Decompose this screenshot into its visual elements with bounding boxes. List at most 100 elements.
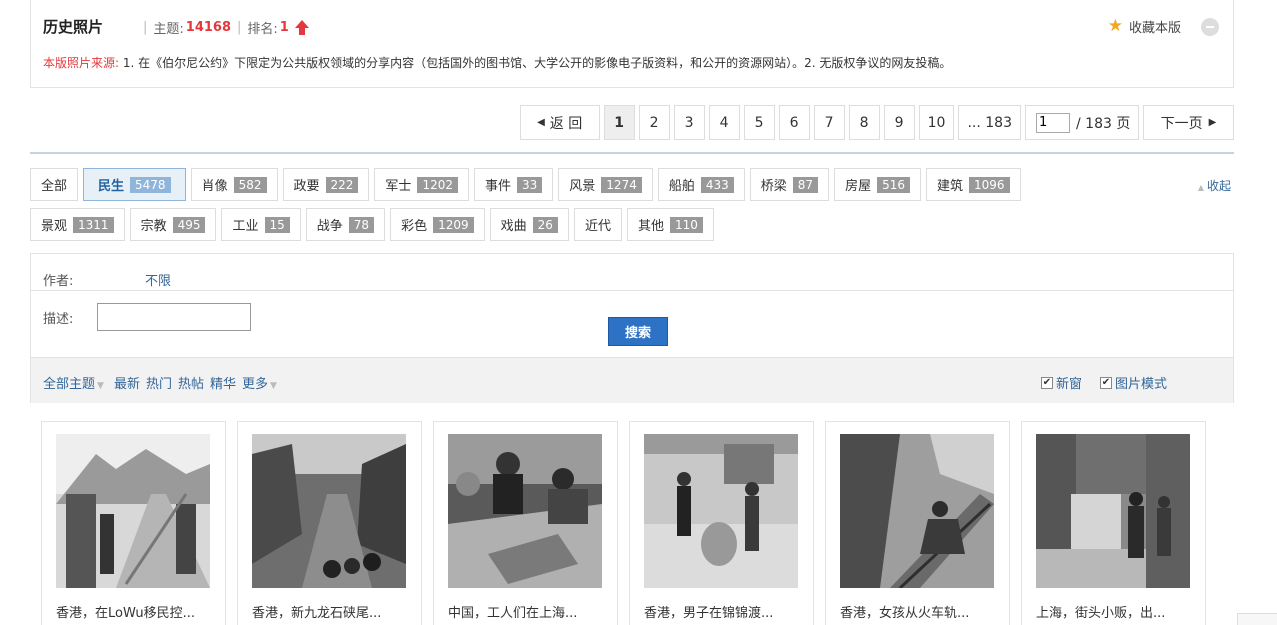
photo-thumbnail[interactable] bbox=[448, 434, 602, 588]
chevron-down-icon: ▼ bbox=[97, 381, 104, 391]
author-filter-link[interactable]: 不限 bbox=[145, 270, 171, 289]
collapse-types-link[interactable]: ▲ 收起 bbox=[1198, 177, 1231, 194]
type-tag[interactable]: 戏曲 26 bbox=[489, 208, 569, 241]
type-tag[interactable]: 近代 bbox=[573, 208, 622, 241]
type-tag-count: 110 bbox=[669, 216, 703, 233]
page-link[interactable]: 10 bbox=[918, 105, 955, 140]
collapse-header-icon[interactable] bbox=[1201, 18, 1219, 36]
page-link[interactable]: 4 bbox=[708, 105, 740, 140]
type-tag[interactable]: 桥梁 87 bbox=[749, 168, 830, 201]
photo-thumbnail[interactable] bbox=[56, 434, 210, 588]
page-jump-input[interactable] bbox=[1036, 112, 1070, 133]
type-tag-count: 1209 bbox=[433, 216, 474, 233]
photo-caption[interactable]: 香港，女孩从火车轨... bbox=[840, 602, 969, 621]
type-tag[interactable]: 事件 33 bbox=[473, 168, 554, 201]
page-link[interactable]: 8 bbox=[848, 105, 880, 140]
photo-image bbox=[644, 434, 798, 588]
type-tag[interactable]: 彩色 1209 bbox=[390, 208, 485, 241]
source-text: 1. 在《伯尔尼公约》下限定为公共版权领域的分享内容（包括国外的图书馆、大学公开… bbox=[122, 56, 952, 70]
photo-caption[interactable]: 香港，新九龙石硖尾... bbox=[252, 602, 381, 621]
more-label: 更多 bbox=[242, 377, 269, 392]
type-tag-label: 房屋 bbox=[845, 179, 872, 194]
caret-right-icon: ▶ bbox=[1208, 117, 1217, 128]
type-tag[interactable]: 船舶 433 bbox=[657, 168, 745, 201]
type-tag-count: 582 bbox=[233, 176, 267, 193]
page-link[interactable]: 7 bbox=[813, 105, 845, 140]
photo-caption[interactable]: 香港，男子在锦锦渡... bbox=[644, 602, 773, 621]
type-tag[interactable]: 其他 110 bbox=[626, 208, 714, 241]
more-dropdown[interactable]: 更多 ▼ bbox=[242, 373, 277, 392]
type-tag[interactable]: 军士 1202 bbox=[374, 168, 469, 201]
photo-thumbnail[interactable] bbox=[840, 434, 994, 588]
all-topics-dropdown[interactable]: 全部主题 ▼ bbox=[43, 373, 104, 392]
search-button[interactable]: 搜索 bbox=[608, 317, 668, 346]
page-link[interactable]: 6 bbox=[778, 105, 810, 140]
page-link[interactable]: 5 bbox=[743, 105, 775, 140]
next-label: 下一页 bbox=[1160, 115, 1203, 132]
type-row: 景观 1311 宗教 495 工业 15 战争 78 彩色 1209 戏曲 26 近代 其他 110 bbox=[30, 208, 1234, 242]
type-tag[interactable]: 肖像 582 bbox=[190, 168, 278, 201]
all-topics-label: 全部主题 bbox=[43, 377, 96, 392]
type-filter: 全部 民生 5478 肖像 582 政要 222 军士 1202 事件 33 风景 1274 船舶 433 桥… bbox=[30, 168, 1234, 248]
type-tag-count: 26 bbox=[532, 216, 558, 233]
type-tag-label: 近代 bbox=[584, 219, 611, 234]
photo-card[interactable]: 香港，在LoWu移民控... bbox=[41, 421, 226, 625]
checkmark-icon: ✔ bbox=[1040, 376, 1053, 389]
forum-title[interactable]: 历史照片 bbox=[43, 16, 103, 37]
type-tag[interactable]: 工业 15 bbox=[221, 208, 301, 241]
photo-card[interactable]: 香港，新九龙石硖尾... bbox=[237, 421, 422, 625]
type-tag-label: 政要 bbox=[293, 179, 320, 194]
description-input[interactable] bbox=[97, 303, 251, 331]
photo-card[interactable]: 香港，女孩从火车轨... bbox=[825, 421, 1010, 625]
type-tag-label: 工业 bbox=[232, 219, 259, 234]
type-tag-count: 1311 bbox=[73, 216, 114, 233]
photo-caption[interactable]: 香港，在LoWu移民控... bbox=[56, 602, 195, 621]
picture-mode-checkbox[interactable]: ✔ 图片模式 bbox=[1099, 373, 1167, 392]
type-tag[interactable]: 宗教 495 bbox=[129, 208, 217, 241]
thread-filters: 全部主题 ▼ 最新 热门 热帖 精华 更多 ▼ bbox=[43, 373, 277, 392]
type-tag-label: 战争 bbox=[316, 219, 343, 234]
search-panel: 作者: 不限 描述: 搜索 全部主题 ▼ 最新 热门 热帖 精华 更多 ▼ ✔ 新窗 … bbox=[30, 253, 1234, 403]
source-notice: 本版照片来源: 1. 在《伯尔尼公约》下限定为公共版权领域的分享内容（包括国外的… bbox=[43, 54, 951, 71]
next-page-button[interactable]: 下一页 ▶ bbox=[1143, 105, 1234, 140]
type-tag-count: 1096 bbox=[969, 176, 1010, 193]
source-label: 本版照片来源: bbox=[43, 56, 120, 70]
type-tag[interactable]: 全部 bbox=[30, 168, 79, 201]
checkmark-icon: ✔ bbox=[1099, 376, 1112, 389]
pagination: ◀ 返 回 1 2 3 4 5 6 7 8 9 10 ... 183 / 183… bbox=[519, 105, 1234, 140]
type-tag[interactable]: 景观 1311 bbox=[30, 208, 125, 241]
last-page-link[interactable]: ... 183 bbox=[958, 105, 1021, 140]
back-button[interactable]: ◀ 返 回 bbox=[519, 105, 600, 140]
hot-link[interactable]: 热门 bbox=[146, 373, 172, 392]
page-link[interactable]: 9 bbox=[883, 105, 915, 140]
topics-count: 14168 bbox=[185, 20, 232, 35]
hot-posts-link[interactable]: 热帖 bbox=[178, 373, 204, 392]
page-link[interactable]: 3 bbox=[673, 105, 705, 140]
photo-thumbnail[interactable] bbox=[252, 434, 406, 588]
type-tag[interactable]: 建筑 1096 bbox=[925, 168, 1021, 201]
type-tag[interactable]: 战争 78 bbox=[305, 208, 386, 241]
collapse-label: 收起 bbox=[1206, 179, 1231, 193]
new-window-checkbox[interactable]: ✔ 新窗 bbox=[1040, 373, 1082, 392]
latest-link[interactable]: 最新 bbox=[114, 373, 140, 392]
digest-link[interactable]: 精华 bbox=[210, 373, 236, 392]
photo-caption[interactable]: 中国，工人们在上海... bbox=[448, 602, 577, 621]
photo-thumbnail[interactable] bbox=[1036, 434, 1190, 588]
type-tag[interactable]: 政要 222 bbox=[282, 168, 370, 201]
photo-card[interactable]: 中国，工人们在上海... bbox=[433, 421, 618, 625]
description-label: 描述: bbox=[43, 312, 74, 327]
type-tag-count: 1274 bbox=[601, 176, 642, 193]
type-tag-count: 495 bbox=[172, 216, 206, 233]
type-tag[interactable]: 民生 5478 bbox=[83, 168, 186, 201]
photo-card[interactable]: 上海，街头小贩，出... bbox=[1021, 421, 1206, 625]
photo-image bbox=[840, 434, 994, 588]
photo-thumbnail[interactable] bbox=[644, 434, 798, 588]
type-tag-count: 33 bbox=[517, 176, 543, 193]
page-link-current[interactable]: 1 bbox=[603, 105, 635, 140]
type-tag[interactable]: 房屋 516 bbox=[834, 168, 921, 201]
photo-caption[interactable]: 上海，街头小贩，出... bbox=[1036, 602, 1165, 621]
photo-card[interactable]: 香港，男子在锦锦渡... bbox=[629, 421, 814, 625]
page-link[interactable]: 2 bbox=[638, 105, 670, 140]
type-tag[interactable]: 风景 1274 bbox=[558, 168, 653, 201]
favorite-button[interactable]: ★ 收藏本版 bbox=[1108, 16, 1181, 36]
